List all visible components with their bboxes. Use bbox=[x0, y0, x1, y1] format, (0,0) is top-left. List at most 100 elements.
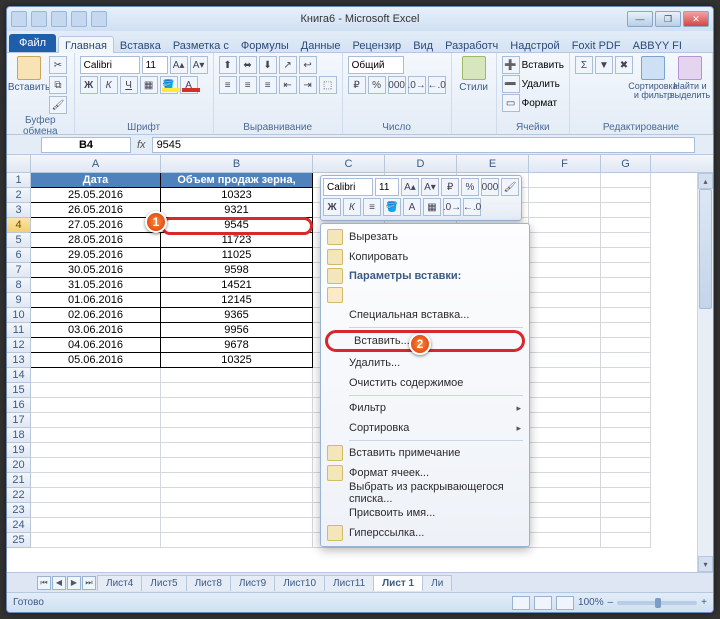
cell[interactable] bbox=[31, 368, 161, 383]
cell[interactable] bbox=[529, 383, 601, 398]
close-button[interactable]: ✕ bbox=[683, 11, 709, 27]
cell[interactable]: 9365 bbox=[161, 308, 313, 323]
mini-border-icon[interactable]: ▦ bbox=[423, 198, 441, 216]
view-layout-icon[interactable] bbox=[534, 596, 552, 610]
cell[interactable] bbox=[601, 218, 651, 233]
comma-icon[interactable]: 000 bbox=[388, 76, 406, 94]
wrap-text-icon[interactable]: ↩ bbox=[299, 56, 317, 74]
row-header[interactable]: 20 bbox=[7, 458, 31, 473]
cell[interactable] bbox=[601, 473, 651, 488]
cell[interactable] bbox=[529, 443, 601, 458]
cell[interactable] bbox=[161, 533, 313, 548]
cell[interactable] bbox=[601, 518, 651, 533]
cell[interactable] bbox=[529, 188, 601, 203]
cell[interactable]: 14521 bbox=[161, 278, 313, 293]
cell[interactable] bbox=[601, 338, 651, 353]
cell[interactable]: 03.06.2016 bbox=[31, 323, 161, 338]
align-left-icon[interactable]: ≡ bbox=[219, 76, 237, 94]
indent-inc-icon[interactable]: ⇥ bbox=[299, 76, 317, 94]
cell[interactable] bbox=[529, 488, 601, 503]
row-header[interactable]: 8 bbox=[7, 278, 31, 293]
mini-font-combo[interactable]: Calibri bbox=[323, 178, 373, 196]
zoom-out-button[interactable]: – bbox=[608, 597, 614, 608]
row-header[interactable]: 4 bbox=[7, 218, 31, 233]
ctx-format-cells[interactable]: Формат ячеек... bbox=[323, 463, 527, 483]
cut-icon[interactable]: ✂ bbox=[49, 56, 67, 74]
ctx-clear[interactable]: Очистить содержимое bbox=[323, 373, 527, 393]
cell[interactable] bbox=[529, 458, 601, 473]
cell[interactable] bbox=[529, 173, 601, 188]
cell[interactable] bbox=[601, 278, 651, 293]
styles-button[interactable]: Стили bbox=[457, 56, 491, 93]
view-pagebreak-icon[interactable] bbox=[556, 596, 574, 610]
cell[interactable] bbox=[529, 533, 601, 548]
column-header[interactable]: C bbox=[313, 155, 385, 172]
cell[interactable] bbox=[161, 398, 313, 413]
name-box[interactable]: B4 bbox=[41, 137, 131, 153]
cell[interactable] bbox=[161, 488, 313, 503]
cell[interactable]: 29.05.2016 bbox=[31, 248, 161, 263]
cell[interactable]: 31.05.2016 bbox=[31, 278, 161, 293]
cell[interactable] bbox=[31, 518, 161, 533]
qat-more-icon[interactable] bbox=[91, 11, 107, 27]
ctx-pick-from-list[interactable]: Выбрать из раскрывающегося списка... bbox=[323, 483, 527, 503]
cells-delete-button[interactable]: ➖Удалить bbox=[502, 75, 564, 93]
cell[interactable] bbox=[31, 428, 161, 443]
cell[interactable] bbox=[601, 383, 651, 398]
cell[interactable] bbox=[601, 443, 651, 458]
ctx-paste-option[interactable] bbox=[323, 285, 527, 305]
cell[interactable]: 9545 bbox=[161, 218, 313, 233]
ctx-sort[interactable]: Сортировка bbox=[323, 418, 527, 438]
cell[interactable] bbox=[529, 473, 601, 488]
cell[interactable] bbox=[601, 308, 651, 323]
scroll-down-icon[interactable]: ▾ bbox=[698, 556, 713, 572]
italic-button[interactable]: К bbox=[100, 76, 118, 94]
column-header[interactable]: B bbox=[161, 155, 313, 172]
merge-icon[interactable]: ⬚ bbox=[319, 76, 337, 94]
worksheet-grid[interactable]: ABCDEFG 1ДатаОбъем продаж зерна,225.05.2… bbox=[7, 155, 713, 572]
row-header[interactable]: 24 bbox=[7, 518, 31, 533]
cell[interactable]: 05.06.2016 bbox=[31, 353, 161, 368]
row-header[interactable]: 3 bbox=[7, 203, 31, 218]
sheet-tab[interactable]: Лист5 bbox=[141, 575, 186, 591]
cell[interactable] bbox=[161, 473, 313, 488]
align-middle-icon[interactable]: ⬌ bbox=[239, 56, 257, 74]
mini-currency-icon[interactable]: ₽ bbox=[441, 178, 459, 196]
row-header[interactable]: 5 bbox=[7, 233, 31, 248]
cell[interactable]: Дата bbox=[31, 173, 161, 188]
shrink-font-icon[interactable]: A▾ bbox=[190, 56, 208, 74]
cell[interactable]: 11723 bbox=[161, 233, 313, 248]
cell[interactable]: 02.06.2016 bbox=[31, 308, 161, 323]
qat-excel-icon[interactable] bbox=[11, 11, 27, 27]
borders-icon[interactable]: ▦ bbox=[140, 76, 158, 94]
cell[interactable] bbox=[601, 248, 651, 263]
cell[interactable] bbox=[31, 383, 161, 398]
row-header[interactable]: 11 bbox=[7, 323, 31, 338]
cell[interactable]: Объем продаж зерна, bbox=[161, 173, 313, 188]
find-select-button[interactable]: Найти и выделить bbox=[673, 56, 707, 100]
formula-input[interactable]: 9545 bbox=[152, 137, 695, 153]
cell[interactable] bbox=[161, 428, 313, 443]
currency-icon[interactable]: ₽ bbox=[348, 76, 366, 94]
cell[interactable] bbox=[601, 458, 651, 473]
cell[interactable]: 30.05.2016 bbox=[31, 263, 161, 278]
fill-icon[interactable]: ▼ bbox=[595, 56, 613, 74]
cell[interactable] bbox=[161, 443, 313, 458]
row-header[interactable]: 12 bbox=[7, 338, 31, 353]
cell[interactable] bbox=[601, 428, 651, 443]
cell[interactable]: 27.05.2016 bbox=[31, 218, 161, 233]
file-tab[interactable]: Файл bbox=[9, 34, 56, 52]
cell[interactable] bbox=[31, 458, 161, 473]
ctx-delete[interactable]: Удалить... bbox=[323, 353, 527, 373]
view-normal-icon[interactable] bbox=[512, 596, 530, 610]
column-header[interactable]: A bbox=[31, 155, 161, 172]
cell[interactable]: 10325 bbox=[161, 353, 313, 368]
cell[interactable] bbox=[161, 458, 313, 473]
column-header[interactable]: D bbox=[385, 155, 457, 172]
ctx-copy[interactable]: Копировать bbox=[323, 247, 527, 267]
mini-bold-button[interactable]: Ж bbox=[323, 198, 341, 216]
cells-insert-button[interactable]: ➕Вставить bbox=[502, 56, 564, 74]
vertical-scrollbar[interactable]: ▴ ▾ bbox=[697, 173, 713, 572]
cell[interactable]: 12145 bbox=[161, 293, 313, 308]
cell[interactable]: 01.06.2016 bbox=[31, 293, 161, 308]
